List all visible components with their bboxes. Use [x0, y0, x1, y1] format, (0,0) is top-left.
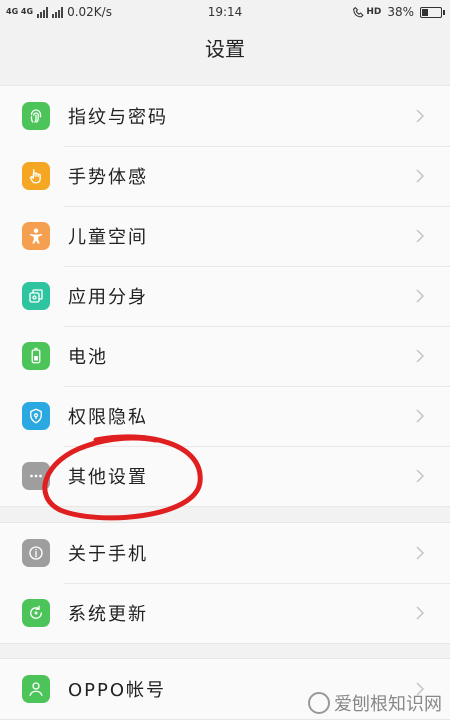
chevron-right-icon: [416, 469, 425, 483]
settings-item-label: 系统更新: [68, 604, 148, 625]
settings-item-0-0[interactable]: 指纹与密码: [0, 86, 450, 146]
settings-item-label: 指纹与密码: [68, 107, 168, 128]
settings-item-1-0[interactable]: 关于手机: [0, 523, 450, 583]
settings-item-label: 儿童空间: [68, 227, 148, 248]
chevron-right-icon: [416, 546, 425, 560]
hd-call-icon: HD: [352, 6, 381, 19]
info-icon: [22, 539, 50, 567]
watermark: 爱刨根知识网: [308, 690, 442, 716]
settings-item-label: 电池: [68, 347, 108, 368]
settings-item-label: 权限隐私: [68, 407, 148, 428]
chevron-right-icon: [416, 349, 425, 363]
app-clone-icon: [22, 282, 50, 310]
settings-item-label: OPPO帐号: [68, 680, 167, 701]
status-bar: 4G 4G 0.02K/s 19:14 HD 38%: [0, 0, 450, 24]
settings-section-device: 关于手机 系统更新: [0, 522, 450, 644]
settings-item-label: 手势体感: [68, 167, 148, 188]
more-dots-icon: [22, 462, 50, 490]
chevron-right-icon: [416, 409, 425, 423]
chevron-right-icon: [416, 229, 425, 243]
page-title: 设置: [205, 37, 245, 61]
settings-item-label: 关于手机: [68, 544, 148, 565]
fingerprint-icon: [22, 102, 50, 130]
settings-item-0-4[interactable]: 电池: [0, 326, 450, 386]
chevron-right-icon: [416, 289, 425, 303]
privacy-shield-icon: [22, 402, 50, 430]
account-icon: [22, 675, 50, 703]
battery-percent: 38%: [387, 5, 414, 19]
gesture-hand-icon: [22, 162, 50, 190]
child-icon: [22, 222, 50, 250]
watermark-text: 爱刨根知识网: [334, 694, 442, 715]
battery-status-icon: [420, 6, 445, 18]
settings-item-label: 其他设置: [68, 467, 148, 488]
settings-section-main: 指纹与密码手势体感儿童空间应用分身电池权限隐私其他设置: [0, 85, 450, 507]
system-update-icon: [22, 599, 50, 627]
settings-item-label: 应用分身: [68, 287, 148, 308]
battery-fill: [422, 8, 429, 16]
settings-item-1-1[interactable]: 系统更新: [0, 583, 450, 643]
settings-item-0-6[interactable]: 其他设置: [0, 446, 450, 506]
chevron-right-icon: [416, 606, 425, 620]
settings-item-0-3[interactable]: 应用分身: [0, 266, 450, 326]
chevron-right-icon: [416, 169, 425, 183]
watermark-logo-icon: [308, 692, 330, 714]
status-right: HD 38%: [352, 5, 445, 19]
chevron-right-icon: [416, 109, 425, 123]
hd-label: HD: [366, 7, 382, 17]
settings-item-0-5[interactable]: 权限隐私: [0, 386, 450, 446]
settings-item-0-2[interactable]: 儿童空间: [0, 206, 450, 266]
battery-icon: [22, 342, 50, 370]
settings-item-0-1[interactable]: 手势体感: [0, 146, 450, 206]
